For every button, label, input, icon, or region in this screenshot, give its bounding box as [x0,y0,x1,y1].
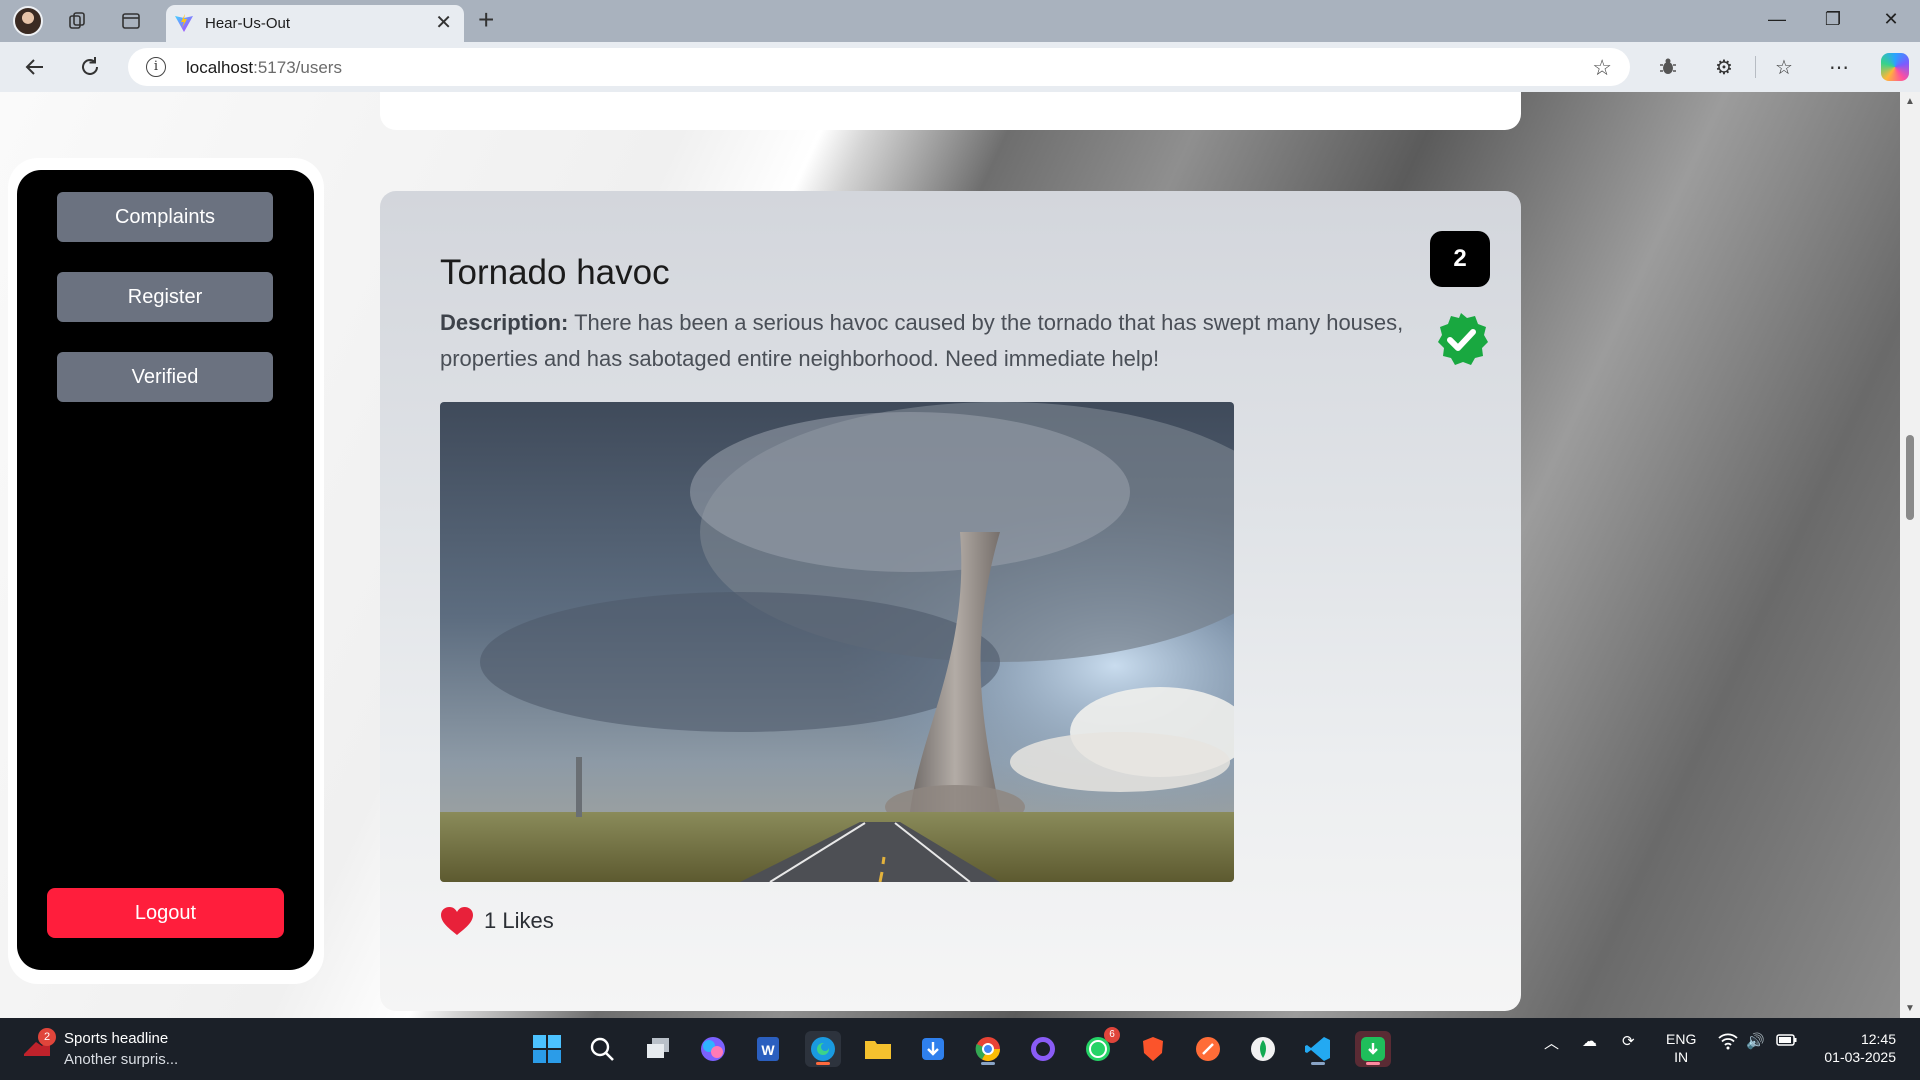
whatsapp-icon[interactable]: 6 [1080,1027,1120,1067]
news-headline[interactable]: Sports headline [64,1030,168,1047]
heart-icon [441,907,473,935]
like-button[interactable]: 1 Likes [440,904,554,938]
news-badge: 2 [38,1028,56,1046]
show-hidden-icons[interactable]: ︿ [1544,1032,1559,1053]
windows-taskbar: 2 Sports headline Another surpris... W 6 [0,1018,1920,1080]
svg-text:W: W [761,1042,775,1058]
vscode-icon[interactable] [1300,1031,1336,1067]
previous-complaint-card [380,92,1521,130]
copilot-app-icon[interactable] [695,1031,731,1067]
copilot-icon[interactable] [1881,53,1909,81]
start-icon[interactable] [529,1031,565,1067]
tab-actions-icon[interactable] [118,8,144,34]
onedrive-icon[interactable]: ☁ [1582,1032,1597,1050]
description-label: Description: [440,310,569,335]
new-tab-button[interactable]: + [478,6,494,34]
likes-count: 1 Likes [484,908,554,933]
description-text: There has been a serious havoc caused by… [440,310,1404,371]
brave-icon[interactable] [1135,1031,1171,1067]
wifi-icon[interactable] [1718,1032,1738,1054]
search-icon[interactable] [584,1031,620,1067]
close-tab-icon[interactable]: ✕ [435,11,452,35]
browser-tab[interactable]: Hear-Us-Out ✕ [166,5,464,42]
extensions-icon[interactable]: ⚙ [1711,54,1737,80]
postman-icon[interactable] [1190,1031,1226,1067]
downloader-icon[interactable] [915,1031,951,1067]
browser-tab-bar: Hear-Us-Out ✕ + — ❐ ✕ [0,0,1920,42]
page-viewport: Complaints Register Verified Logout Torn… [0,92,1900,1018]
github-icon[interactable] [1025,1031,1061,1067]
word-icon[interactable]: W [750,1031,786,1067]
cloud-download-app-icon[interactable] [1355,1031,1391,1067]
chrome-icon[interactable] [970,1031,1006,1067]
complaint-title: Tornado havoc [440,253,670,292]
whatsapp-badge: 6 [1104,1027,1120,1043]
complaint-image [440,402,1234,882]
verified-check-icon [1438,313,1488,365]
complaints-button[interactable]: Complaints [57,192,273,242]
sync-icon[interactable]: ⟳ [1622,1032,1635,1050]
url-field[interactable]: i localhost:5173/users ☆ [128,48,1630,86]
url-text[interactable]: localhost:5173/users [186,58,342,78]
bug-extension-icon[interactable] [1655,54,1681,80]
vscode-indicator [1311,1062,1325,1065]
chrome-indicator [981,1062,995,1065]
profile-avatar[interactable] [13,6,43,36]
restore-icon[interactable]: ❐ [1818,9,1848,30]
file-explorer-icon[interactable] [860,1031,896,1067]
edge-active-indicator [816,1062,830,1065]
refresh-icon[interactable] [77,54,103,80]
logout-button[interactable]: Logout [47,888,284,938]
language-indicator[interactable]: ENG IN [1666,1030,1696,1066]
news-subline[interactable]: Another surpris... [64,1051,178,1068]
edge-icon[interactable] [805,1031,841,1067]
close-window-icon[interactable]: ✕ [1876,9,1906,30]
minimize-icon[interactable]: — [1762,9,1792,30]
task-view-icon[interactable] [640,1031,676,1067]
vite-logo-icon [175,14,193,32]
sidebar: Complaints Register Verified Logout [17,170,314,970]
scroll-down-icon[interactable]: ▼ [1905,1003,1915,1014]
scrollbar-thumb[interactable] [1906,435,1914,520]
system-clock[interactable]: 12:45 01-03-2025 [1816,1030,1896,1066]
page-scrollbar[interactable]: ▲ ▼ [1900,92,1920,1018]
favorites-icon[interactable]: ☆ [1771,54,1797,80]
cloud-app-indicator [1366,1062,1380,1065]
mongodb-compass-icon[interactable] [1245,1031,1281,1067]
complaint-count-badge: 2 [1430,231,1490,287]
site-info-icon[interactable]: i [146,57,166,77]
scroll-up-icon[interactable]: ▲ [1905,96,1915,107]
complaint-description: Description: There has been a serious ha… [440,305,1420,377]
more-menu-icon[interactable]: ⋯ [1826,54,1852,80]
favorite-star-icon[interactable]: ☆ [1592,55,1612,81]
back-icon[interactable] [22,54,48,80]
tab-title: Hear-Us-Out [205,15,291,32]
register-button[interactable]: Register [57,272,273,322]
battery-icon[interactable] [1776,1032,1798,1052]
address-bar-row: i localhost:5173/users ☆ ⚙ ☆ ⋯ [0,42,1920,92]
workspaces-icon[interactable] [65,8,91,34]
complaint-card: Tornado havoc 2 Description: There has b… [380,191,1521,1011]
verified-button[interactable]: Verified [57,352,273,402]
volume-icon[interactable]: 🔊 [1746,1032,1765,1050]
toolbar-separator [1755,56,1756,78]
